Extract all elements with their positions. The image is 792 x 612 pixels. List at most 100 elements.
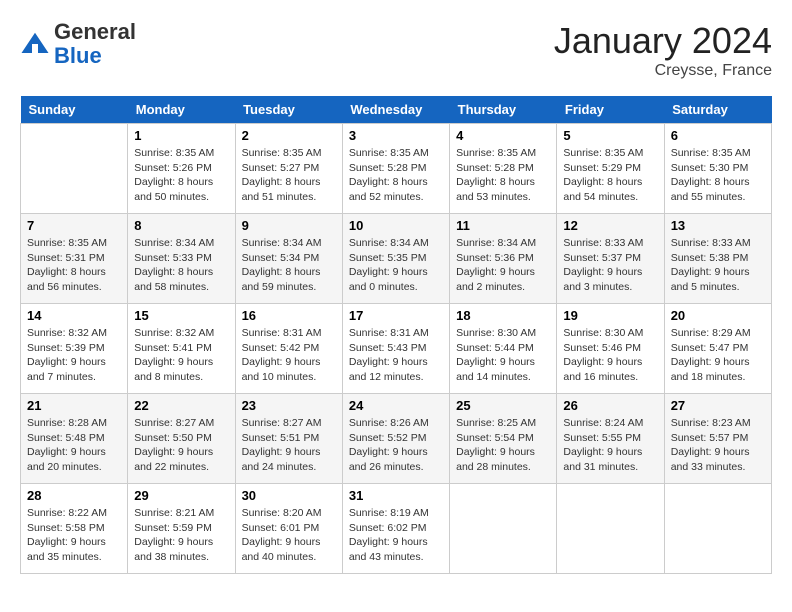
day-number: 28 <box>27 488 121 503</box>
logo-text: General Blue <box>54 20 136 68</box>
day-info: Sunrise: 8:23 AM Sunset: 5:57 PM Dayligh… <box>671 416 765 475</box>
day-info: Sunrise: 8:31 AM Sunset: 5:42 PM Dayligh… <box>242 326 336 385</box>
calendar-cell: 7 Sunrise: 8:35 AM Sunset: 5:31 PM Daylig… <box>21 214 128 304</box>
location: Creysse, France <box>554 62 772 80</box>
day-info: Sunrise: 8:20 AM Sunset: 6:01 PM Dayligh… <box>242 506 336 565</box>
day-info: Sunrise: 8:30 AM Sunset: 5:46 PM Dayligh… <box>563 326 657 385</box>
day-info: Sunrise: 8:34 AM Sunset: 5:33 PM Dayligh… <box>134 236 228 295</box>
day-info: Sunrise: 8:27 AM Sunset: 5:51 PM Dayligh… <box>242 416 336 475</box>
calendar-cell: 12 Sunrise: 8:33 AM Sunset: 5:37 PM Dayli… <box>557 214 664 304</box>
calendar-cell <box>664 484 771 574</box>
day-info: Sunrise: 8:32 AM Sunset: 5:41 PM Dayligh… <box>134 326 228 385</box>
day-info: Sunrise: 8:25 AM Sunset: 5:54 PM Dayligh… <box>456 416 550 475</box>
week-row-4: 21Sunrise: 8:28 AM Sunset: 5:48 PM Dayli… <box>21 394 772 484</box>
day-info: Sunrise: 8:30 AM Sunset: 5:44 PM Dayligh… <box>456 326 550 385</box>
calendar-cell: 9 Sunrise: 8:34 AM Sunset: 5:34 PM Daylig… <box>235 214 342 304</box>
calendar-cell: 6 Sunrise: 8:35 AM Sunset: 5:30 PM Daylig… <box>664 124 771 214</box>
logo-general: General <box>54 19 136 44</box>
calendar-cell: 22Sunrise: 8:27 AM Sunset: 5:50 PM Dayli… <box>128 394 235 484</box>
weekday-header-friday: Friday <box>557 96 664 124</box>
calendar-cell: 10 Sunrise: 8:34 AM Sunset: 5:35 PM Dayli… <box>342 214 449 304</box>
logo: General Blue <box>20 20 136 68</box>
page-header: General Blue January 2024 Creysse, Franc… <box>20 20 772 80</box>
day-number: 29 <box>134 488 228 503</box>
day-number: 12 <box>563 218 657 233</box>
day-number: 6 <box>671 128 765 143</box>
weekday-header-monday: Monday <box>128 96 235 124</box>
day-info: Sunrise: 8:35 AM Sunset: 5:29 PM Dayligh… <box>563 146 657 205</box>
day-info: Sunrise: 8:34 AM Sunset: 5:35 PM Dayligh… <box>349 236 443 295</box>
day-number: 10 <box>349 218 443 233</box>
day-number: 16 <box>242 308 336 323</box>
calendar-cell: 27 Sunrise: 8:23 AM Sunset: 5:57 PM Dayli… <box>664 394 771 484</box>
day-number: 7 <box>27 218 121 233</box>
calendar-cell: 8 Sunrise: 8:34 AM Sunset: 5:33 PM Daylig… <box>128 214 235 304</box>
day-info: Sunrise: 8:35 AM Sunset: 5:28 PM Dayligh… <box>349 146 443 205</box>
day-number: 5 <box>563 128 657 143</box>
day-number: 20 <box>671 308 765 323</box>
day-info: Sunrise: 8:32 AM Sunset: 5:39 PM Dayligh… <box>27 326 121 385</box>
calendar-cell: 2Sunrise: 8:35 AM Sunset: 5:27 PM Daylig… <box>235 124 342 214</box>
calendar-cell <box>450 484 557 574</box>
day-info: Sunrise: 8:26 AM Sunset: 5:52 PM Dayligh… <box>349 416 443 475</box>
calendar-cell: 23Sunrise: 8:27 AM Sunset: 5:51 PM Dayli… <box>235 394 342 484</box>
calendar-cell <box>557 484 664 574</box>
day-number: 24 <box>349 398 443 413</box>
calendar-body: 1Sunrise: 8:35 AM Sunset: 5:26 PM Daylig… <box>21 124 772 574</box>
day-info: Sunrise: 8:35 AM Sunset: 5:28 PM Dayligh… <box>456 146 550 205</box>
day-info: Sunrise: 8:35 AM Sunset: 5:31 PM Dayligh… <box>27 236 121 295</box>
day-number: 31 <box>349 488 443 503</box>
day-info: Sunrise: 8:35 AM Sunset: 5:30 PM Dayligh… <box>671 146 765 205</box>
calendar-cell: 26Sunrise: 8:24 AM Sunset: 5:55 PM Dayli… <box>557 394 664 484</box>
day-number: 3 <box>349 128 443 143</box>
day-info: Sunrise: 8:35 AM Sunset: 5:27 PM Dayligh… <box>242 146 336 205</box>
weekday-header-tuesday: Tuesday <box>235 96 342 124</box>
day-info: Sunrise: 8:33 AM Sunset: 5:37 PM Dayligh… <box>563 236 657 295</box>
month-year: January 2024 <box>554 20 772 62</box>
day-number: 8 <box>134 218 228 233</box>
logo-icon <box>20 29 50 59</box>
weekday-header-wednesday: Wednesday <box>342 96 449 124</box>
calendar-cell: 28 Sunrise: 8:22 AM Sunset: 5:58 PM Dayli… <box>21 484 128 574</box>
day-info: Sunrise: 8:33 AM Sunset: 5:38 PM Dayligh… <box>671 236 765 295</box>
calendar-cell: 29Sunrise: 8:21 AM Sunset: 5:59 PM Dayli… <box>128 484 235 574</box>
calendar-cell: 25 Sunrise: 8:25 AM Sunset: 5:54 PM Dayli… <box>450 394 557 484</box>
calendar-cell: 20Sunrise: 8:29 AM Sunset: 5:47 PM Dayli… <box>664 304 771 394</box>
week-row-3: 14Sunrise: 8:32 AM Sunset: 5:39 PM Dayli… <box>21 304 772 394</box>
day-number: 11 <box>456 218 550 233</box>
calendar-cell: 3 Sunrise: 8:35 AM Sunset: 5:28 PM Daylig… <box>342 124 449 214</box>
calendar-cell: 31 Sunrise: 8:19 AM Sunset: 6:02 PM Dayli… <box>342 484 449 574</box>
calendar-cell: 24 Sunrise: 8:26 AM Sunset: 5:52 PM Dayli… <box>342 394 449 484</box>
day-number: 18 <box>456 308 550 323</box>
calendar-cell: 19 Sunrise: 8:30 AM Sunset: 5:46 PM Dayli… <box>557 304 664 394</box>
day-info: Sunrise: 8:27 AM Sunset: 5:50 PM Dayligh… <box>134 416 228 475</box>
calendar-cell: 5 Sunrise: 8:35 AM Sunset: 5:29 PM Daylig… <box>557 124 664 214</box>
day-number: 21 <box>27 398 121 413</box>
day-info: Sunrise: 8:34 AM Sunset: 5:34 PM Dayligh… <box>242 236 336 295</box>
calendar-cell: 13Sunrise: 8:33 AM Sunset: 5:38 PM Dayli… <box>664 214 771 304</box>
day-number: 4 <box>456 128 550 143</box>
week-row-2: 7 Sunrise: 8:35 AM Sunset: 5:31 PM Daylig… <box>21 214 772 304</box>
day-info: Sunrise: 8:31 AM Sunset: 5:43 PM Dayligh… <box>349 326 443 385</box>
day-info: Sunrise: 8:24 AM Sunset: 5:55 PM Dayligh… <box>563 416 657 475</box>
week-row-5: 28 Sunrise: 8:22 AM Sunset: 5:58 PM Dayli… <box>21 484 772 574</box>
day-info: Sunrise: 8:35 AM Sunset: 5:26 PM Dayligh… <box>134 146 228 205</box>
day-info: Sunrise: 8:19 AM Sunset: 6:02 PM Dayligh… <box>349 506 443 565</box>
day-number: 9 <box>242 218 336 233</box>
day-info: Sunrise: 8:22 AM Sunset: 5:58 PM Dayligh… <box>27 506 121 565</box>
calendar-cell: 17Sunrise: 8:31 AM Sunset: 5:43 PM Dayli… <box>342 304 449 394</box>
weekday-header-thursday: Thursday <box>450 96 557 124</box>
calendar-cell: 4 Sunrise: 8:35 AM Sunset: 5:28 PM Daylig… <box>450 124 557 214</box>
calendar-cell: 21Sunrise: 8:28 AM Sunset: 5:48 PM Dayli… <box>21 394 128 484</box>
weekday-row: SundayMondayTuesdayWednesdayThursdayFrid… <box>21 96 772 124</box>
day-number: 25 <box>456 398 550 413</box>
calendar-cell: 30 Sunrise: 8:20 AM Sunset: 6:01 PM Dayli… <box>235 484 342 574</box>
calendar-header: SundayMondayTuesdayWednesdayThursdayFrid… <box>21 96 772 124</box>
calendar-cell: 16 Sunrise: 8:31 AM Sunset: 5:42 PM Dayli… <box>235 304 342 394</box>
calendar-cell <box>21 124 128 214</box>
day-number: 27 <box>671 398 765 413</box>
weekday-header-saturday: Saturday <box>664 96 771 124</box>
day-number: 19 <box>563 308 657 323</box>
day-number: 30 <box>242 488 336 503</box>
logo-blue: Blue <box>54 43 102 68</box>
